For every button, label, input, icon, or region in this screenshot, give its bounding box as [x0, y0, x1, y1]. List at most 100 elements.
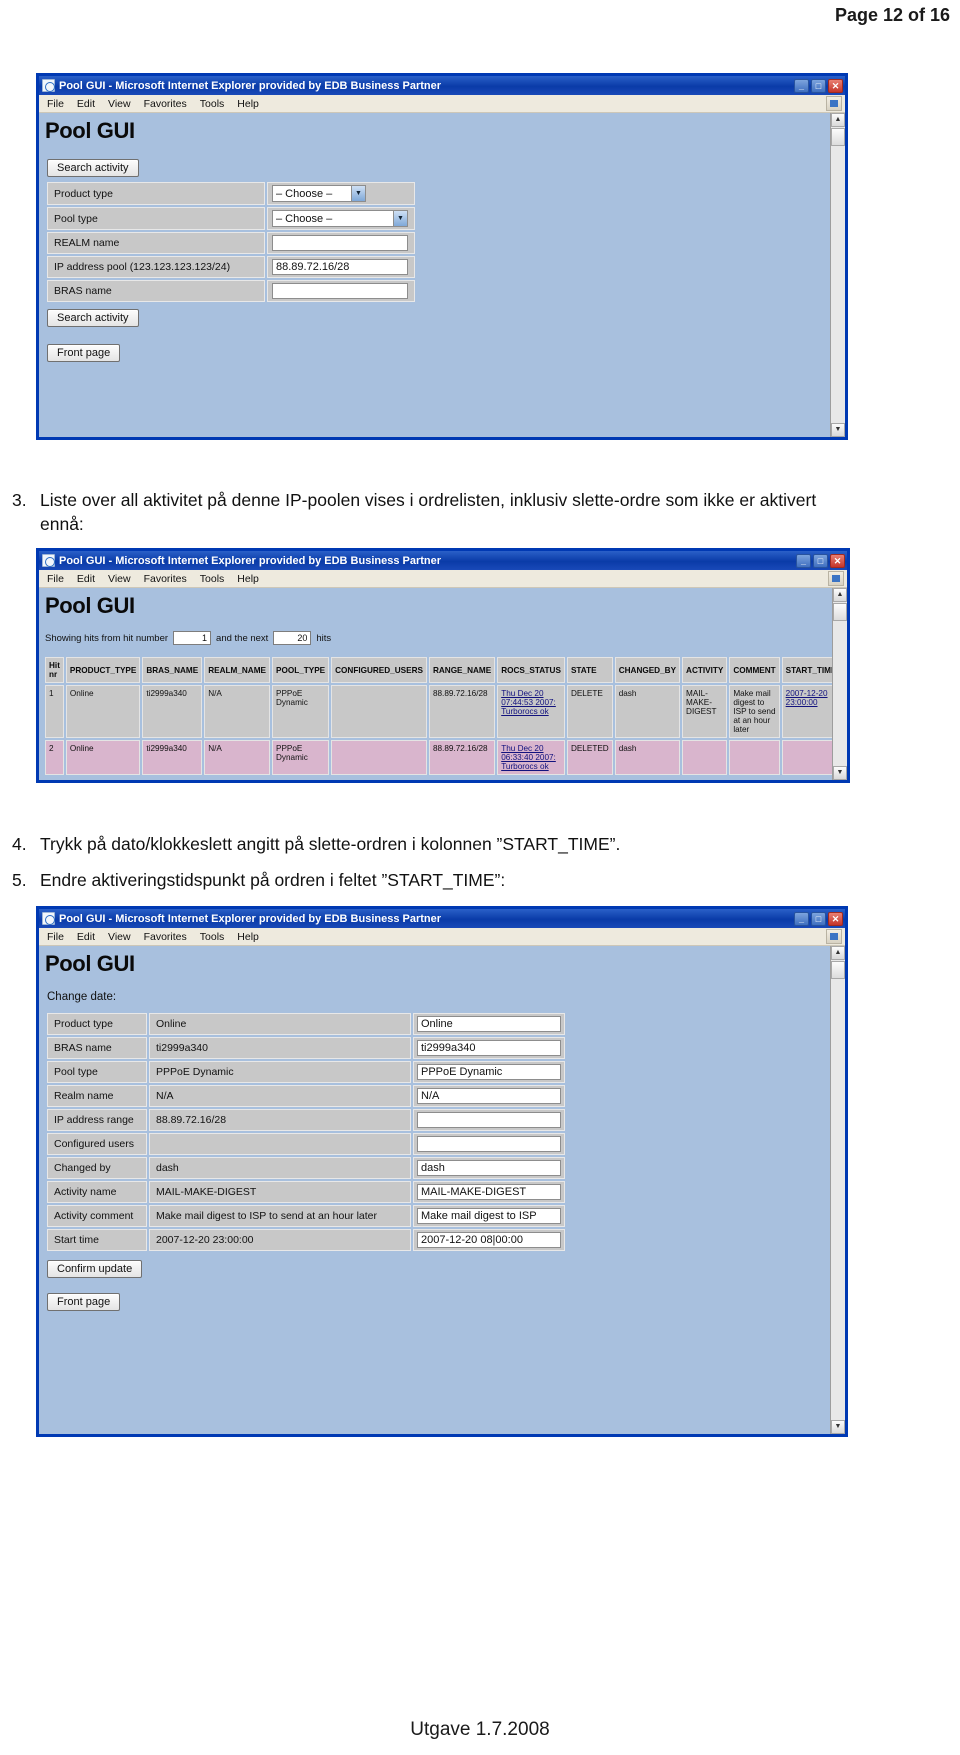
ie-window-change-date[interactable]: Pool GUI - Microsoft Internet Explorer p… [36, 906, 848, 1437]
scroll-down-icon[interactable]: ▼ [831, 423, 845, 437]
configured-users-field[interactable] [417, 1136, 561, 1152]
vertical-scrollbar[interactable]: ▲ ▼ [830, 113, 845, 437]
bras-name-input[interactable] [272, 283, 408, 299]
scrollbar-thumb[interactable] [833, 603, 847, 621]
maximize-button[interactable]: □ [811, 911, 826, 926]
label-realm-name: REALM name [47, 232, 265, 254]
form-row-activity-name: Activity name MAIL-MAKE-DIGEST MAIL-MAKE… [47, 1181, 565, 1203]
activity-name-field[interactable]: MAIL-MAKE-DIGEST [417, 1184, 561, 1200]
rocs-status-link[interactable]: Thu Dec 20 06:33:40 2007: Turborocs ok [501, 744, 556, 771]
ip-address-pool-input[interactable]: 88.89.72.16/28 [272, 259, 408, 275]
cell-bras-name: ti2999a340 [142, 685, 203, 738]
start-time-link[interactable]: 2007-12-20 23:00:00 [786, 689, 828, 707]
search-activity-button-top[interactable]: Search activity [47, 159, 139, 177]
confirm-update-button[interactable]: Confirm update [47, 1260, 143, 1278]
cell-range-name: 88.89.72.16/28 [428, 740, 496, 775]
scroll-up-icon[interactable]: ▲ [831, 113, 845, 127]
table-header-row: Hit nr PRODUCT_TYPE BRAS_NAME REALM_NAME … [45, 657, 841, 683]
search-form-table: Product type – Choose – ▼ Pool type – Ch… [45, 180, 417, 304]
menu-item-favorites[interactable]: Favorites [144, 931, 187, 943]
col-bras-name: BRAS_NAME [142, 657, 203, 683]
hit-count-input[interactable]: 20 [273, 631, 312, 645]
menu-item-edit[interactable]: Edit [77, 573, 95, 585]
product-type-field[interactable]: Online [417, 1016, 561, 1032]
search-activity-button-bottom[interactable]: Search activity [47, 309, 139, 327]
label-pool-type: Pool type [47, 207, 265, 230]
menu-item-view[interactable]: View [108, 573, 131, 585]
menu-item-edit[interactable]: Edit [77, 98, 95, 110]
menu-item-view[interactable]: View [108, 98, 131, 110]
vertical-scrollbar[interactable]: ▲ ▼ [830, 946, 845, 1434]
scrollbar-thumb[interactable] [831, 961, 845, 979]
form-row-product-type: Product type Online Online [47, 1013, 565, 1035]
label-changed-by: Changed by [47, 1157, 147, 1179]
window-controls[interactable]: _ □ ✕ [794, 78, 843, 93]
menu-item-help[interactable]: Help [237, 573, 259, 585]
value-activity-comment: Make mail digest to ISP to send at an ho… [149, 1205, 411, 1227]
menu-item-file[interactable]: File [47, 573, 64, 585]
menu-item-tools[interactable]: Tools [200, 573, 225, 585]
hit-from-input[interactable]: 1 [173, 631, 212, 645]
menu-bar[interactable]: File Edit View Favorites Tools Help [39, 570, 847, 588]
col-range-name: RANGE_NAME [428, 657, 496, 683]
menu-bar[interactable]: File Edit View Favorites Tools Help [39, 95, 845, 113]
value-activity-name: MAIL-MAKE-DIGEST [149, 1181, 411, 1203]
menu-item-file[interactable]: File [47, 98, 64, 110]
minimize-button[interactable]: _ [794, 78, 809, 93]
changed-by-field[interactable]: dash [417, 1160, 561, 1176]
menu-item-tools[interactable]: Tools [200, 98, 225, 110]
scroll-up-icon[interactable]: ▲ [831, 946, 845, 960]
form-row-realm-name: REALM name [47, 232, 415, 254]
minimize-button[interactable]: _ [796, 553, 811, 568]
label-bras-name: BRAS name [47, 280, 265, 302]
maximize-button[interactable]: □ [813, 553, 828, 568]
bras-name-field[interactable]: ti2999a340 [417, 1040, 561, 1056]
close-button[interactable]: ✕ [830, 553, 845, 568]
front-page-button[interactable]: Front page [47, 1293, 121, 1311]
value-product-type: Online [149, 1013, 411, 1035]
value-configured-users [149, 1133, 411, 1155]
window-controls[interactable]: _ □ ✕ [796, 553, 845, 568]
scrollbar-thumb[interactable] [831, 128, 845, 146]
table-row[interactable]: 2 Online ti2999a340 N/A PPPoE Dynamic 88… [45, 740, 841, 775]
cell-range-name: 88.89.72.16/28 [428, 685, 496, 738]
menu-item-favorites[interactable]: Favorites [144, 98, 187, 110]
form-row-changed-by: Changed by dash dash [47, 1157, 565, 1179]
scroll-up-icon[interactable]: ▲ [833, 588, 847, 602]
front-page-button[interactable]: Front page [47, 344, 121, 362]
realm-name-field[interactable]: N/A [417, 1088, 561, 1104]
close-button[interactable]: ✕ [828, 78, 843, 93]
minimize-button[interactable]: _ [794, 911, 809, 926]
menu-item-file[interactable]: File [47, 931, 64, 943]
rocs-status-link[interactable]: Thu Dec 20 07:44:53 2007: Turborocs ok [501, 689, 556, 716]
cell-pool-type: PPPoE Dynamic [272, 740, 330, 775]
ie-window-search-activity[interactable]: Pool GUI - Microsoft Internet Explorer p… [36, 73, 848, 440]
table-row[interactable]: 1 Online ti2999a340 N/A PPPoE Dynamic 88… [45, 685, 841, 738]
scroll-down-icon[interactable]: ▼ [831, 1420, 845, 1434]
menu-item-tools[interactable]: Tools [200, 931, 225, 943]
cell-rocs-status[interactable]: Thu Dec 20 06:33:40 2007: Turborocs ok [497, 740, 565, 775]
start-time-field[interactable]: 2007-12-20 08|00:00 [417, 1232, 561, 1248]
menu-item-help[interactable]: Help [237, 931, 259, 943]
cell-rocs-status[interactable]: Thu Dec 20 07:44:53 2007: Turborocs ok [497, 685, 565, 738]
window-controls[interactable]: _ □ ✕ [794, 911, 843, 926]
pool-type-field[interactable]: PPPoE Dynamic [417, 1064, 561, 1080]
realm-name-input[interactable] [272, 235, 408, 251]
vertical-scrollbar[interactable]: ▲ ▼ [832, 588, 847, 780]
maximize-button[interactable]: □ [811, 78, 826, 93]
close-button[interactable]: ✕ [828, 911, 843, 926]
title-bar: Pool GUI - Microsoft Internet Explorer p… [39, 909, 845, 928]
product-type-select[interactable]: – Choose – ▼ [272, 185, 366, 202]
activity-comment-field[interactable]: Make mail digest to ISP [417, 1208, 561, 1224]
menu-item-edit[interactable]: Edit [77, 931, 95, 943]
pool-type-select[interactable]: – Choose – ▼ [272, 210, 408, 227]
menu-bar[interactable]: File Edit View Favorites Tools Help [39, 928, 845, 946]
ip-address-range-field[interactable] [417, 1112, 561, 1128]
menu-item-help[interactable]: Help [237, 98, 259, 110]
ie-logo-icon [42, 79, 55, 92]
page-title: Pool GUI [45, 593, 135, 618]
ie-window-activity-list[interactable]: Pool GUI - Microsoft Internet Explorer p… [36, 548, 850, 783]
menu-item-favorites[interactable]: Favorites [144, 573, 187, 585]
scroll-down-icon[interactable]: ▼ [833, 766, 847, 780]
menu-item-view[interactable]: View [108, 931, 131, 943]
